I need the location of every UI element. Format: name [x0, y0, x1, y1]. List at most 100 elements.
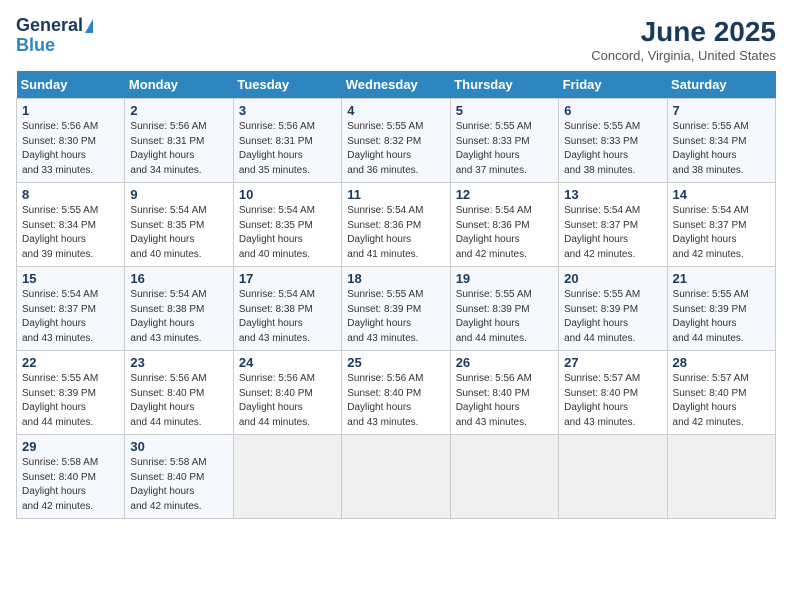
day-number: 13	[564, 187, 661, 202]
day-number: 2	[130, 103, 227, 118]
table-row: 25 Sunrise: 5:56 AMSunset: 8:40 PMDaylig…	[342, 351, 450, 435]
day-number: 24	[239, 355, 336, 370]
header: General Blue June 2025 Concord, Virginia…	[16, 16, 776, 63]
day-info: Sunrise: 5:54 AMSunset: 8:36 PMDaylight …	[347, 205, 423, 260]
table-row: 12 Sunrise: 5:54 AMSunset: 8:36 PMDaylig…	[450, 183, 558, 267]
day-info: Sunrise: 5:55 AMSunset: 8:34 PMDaylight …	[22, 205, 98, 260]
day-number: 22	[22, 355, 119, 370]
day-info: Sunrise: 5:56 AMSunset: 8:40 PMDaylight …	[456, 373, 532, 428]
table-row: 1 Sunrise: 5:56 AMSunset: 8:30 PMDayligh…	[17, 99, 125, 183]
table-row: 28 Sunrise: 5:57 AMSunset: 8:40 PMDaylig…	[667, 351, 775, 435]
calendar-body: 1 Sunrise: 5:56 AMSunset: 8:30 PMDayligh…	[17, 99, 776, 519]
day-info: Sunrise: 5:55 AMSunset: 8:39 PMDaylight …	[564, 289, 640, 344]
day-info: Sunrise: 5:58 AMSunset: 8:40 PMDaylight …	[130, 457, 206, 512]
table-row: 17 Sunrise: 5:54 AMSunset: 8:38 PMDaylig…	[233, 267, 341, 351]
day-info: Sunrise: 5:54 AMSunset: 8:38 PMDaylight …	[239, 289, 315, 344]
day-number: 4	[347, 103, 444, 118]
day-number: 10	[239, 187, 336, 202]
day-number: 28	[673, 355, 770, 370]
table-row	[450, 435, 558, 519]
day-number: 14	[673, 187, 770, 202]
table-row: 19 Sunrise: 5:55 AMSunset: 8:39 PMDaylig…	[450, 267, 558, 351]
day-number: 5	[456, 103, 553, 118]
calendar-title: June 2025	[591, 16, 776, 48]
table-row: 15 Sunrise: 5:54 AMSunset: 8:37 PMDaylig…	[17, 267, 125, 351]
day-number: 26	[456, 355, 553, 370]
calendar-subtitle: Concord, Virginia, United States	[591, 48, 776, 63]
day-info: Sunrise: 5:56 AMSunset: 8:40 PMDaylight …	[239, 373, 315, 428]
day-number: 11	[347, 187, 444, 202]
day-info: Sunrise: 5:54 AMSunset: 8:35 PMDaylight …	[239, 205, 315, 260]
header-sunday: Sunday	[17, 71, 125, 99]
table-row	[667, 435, 775, 519]
table-row: 16 Sunrise: 5:54 AMSunset: 8:38 PMDaylig…	[125, 267, 233, 351]
title-area: June 2025 Concord, Virginia, United Stat…	[591, 16, 776, 63]
table-row: 13 Sunrise: 5:54 AMSunset: 8:37 PMDaylig…	[559, 183, 667, 267]
day-number: 12	[456, 187, 553, 202]
day-info: Sunrise: 5:54 AMSunset: 8:37 PMDaylight …	[564, 205, 640, 260]
table-row	[342, 435, 450, 519]
day-number: 20	[564, 271, 661, 286]
table-row: 7 Sunrise: 5:55 AMSunset: 8:34 PMDayligh…	[667, 99, 775, 183]
day-number: 21	[673, 271, 770, 286]
day-number: 23	[130, 355, 227, 370]
table-row: 10 Sunrise: 5:54 AMSunset: 8:35 PMDaylig…	[233, 183, 341, 267]
header-friday: Friday	[559, 71, 667, 99]
table-row: 24 Sunrise: 5:56 AMSunset: 8:40 PMDaylig…	[233, 351, 341, 435]
day-number: 3	[239, 103, 336, 118]
table-row: 29 Sunrise: 5:58 AMSunset: 8:40 PMDaylig…	[17, 435, 125, 519]
day-info: Sunrise: 5:55 AMSunset: 8:39 PMDaylight …	[22, 373, 98, 428]
day-info: Sunrise: 5:56 AMSunset: 8:30 PMDaylight …	[22, 121, 98, 176]
day-info: Sunrise: 5:54 AMSunset: 8:36 PMDaylight …	[456, 205, 532, 260]
table-row: 6 Sunrise: 5:55 AMSunset: 8:33 PMDayligh…	[559, 99, 667, 183]
table-row: 14 Sunrise: 5:54 AMSunset: 8:37 PMDaylig…	[667, 183, 775, 267]
day-info: Sunrise: 5:54 AMSunset: 8:38 PMDaylight …	[130, 289, 206, 344]
day-number: 6	[564, 103, 661, 118]
table-row	[233, 435, 341, 519]
day-info: Sunrise: 5:57 AMSunset: 8:40 PMDaylight …	[673, 373, 749, 428]
day-info: Sunrise: 5:56 AMSunset: 8:31 PMDaylight …	[239, 121, 315, 176]
table-row: 21 Sunrise: 5:55 AMSunset: 8:39 PMDaylig…	[667, 267, 775, 351]
header-wednesday: Wednesday	[342, 71, 450, 99]
day-info: Sunrise: 5:54 AMSunset: 8:37 PMDaylight …	[673, 205, 749, 260]
table-row: 27 Sunrise: 5:57 AMSunset: 8:40 PMDaylig…	[559, 351, 667, 435]
day-number: 17	[239, 271, 336, 286]
day-number: 9	[130, 187, 227, 202]
header-saturday: Saturday	[667, 71, 775, 99]
logo-general: General	[16, 16, 83, 36]
day-number: 8	[22, 187, 119, 202]
day-number: 29	[22, 439, 119, 454]
table-row: 9 Sunrise: 5:54 AMSunset: 8:35 PMDayligh…	[125, 183, 233, 267]
day-info: Sunrise: 5:54 AMSunset: 8:35 PMDaylight …	[130, 205, 206, 260]
header-tuesday: Tuesday	[233, 71, 341, 99]
table-row: 3 Sunrise: 5:56 AMSunset: 8:31 PMDayligh…	[233, 99, 341, 183]
day-info: Sunrise: 5:55 AMSunset: 8:39 PMDaylight …	[673, 289, 749, 344]
header-monday: Monday	[125, 71, 233, 99]
day-info: Sunrise: 5:55 AMSunset: 8:39 PMDaylight …	[347, 289, 423, 344]
logo: General Blue	[16, 16, 93, 56]
day-info: Sunrise: 5:55 AMSunset: 8:33 PMDaylight …	[456, 121, 532, 176]
table-row: 22 Sunrise: 5:55 AMSunset: 8:39 PMDaylig…	[17, 351, 125, 435]
day-number: 19	[456, 271, 553, 286]
table-row: 20 Sunrise: 5:55 AMSunset: 8:39 PMDaylig…	[559, 267, 667, 351]
table-row	[559, 435, 667, 519]
table-row: 2 Sunrise: 5:56 AMSunset: 8:31 PMDayligh…	[125, 99, 233, 183]
day-info: Sunrise: 5:58 AMSunset: 8:40 PMDaylight …	[22, 457, 98, 512]
table-row: 18 Sunrise: 5:55 AMSunset: 8:39 PMDaylig…	[342, 267, 450, 351]
day-info: Sunrise: 5:55 AMSunset: 8:39 PMDaylight …	[456, 289, 532, 344]
calendar-table: Sunday Monday Tuesday Wednesday Thursday…	[16, 71, 776, 519]
logo-blue: Blue	[16, 36, 55, 56]
calendar-header: Sunday Monday Tuesday Wednesday Thursday…	[17, 71, 776, 99]
day-info: Sunrise: 5:56 AMSunset: 8:31 PMDaylight …	[130, 121, 206, 176]
day-number: 30	[130, 439, 227, 454]
table-row: 11 Sunrise: 5:54 AMSunset: 8:36 PMDaylig…	[342, 183, 450, 267]
day-info: Sunrise: 5:55 AMSunset: 8:34 PMDaylight …	[673, 121, 749, 176]
day-info: Sunrise: 5:56 AMSunset: 8:40 PMDaylight …	[347, 373, 423, 428]
day-number: 15	[22, 271, 119, 286]
header-thursday: Thursday	[450, 71, 558, 99]
day-number: 18	[347, 271, 444, 286]
day-number: 7	[673, 103, 770, 118]
day-number: 27	[564, 355, 661, 370]
table-row: 4 Sunrise: 5:55 AMSunset: 8:32 PMDayligh…	[342, 99, 450, 183]
day-number: 25	[347, 355, 444, 370]
